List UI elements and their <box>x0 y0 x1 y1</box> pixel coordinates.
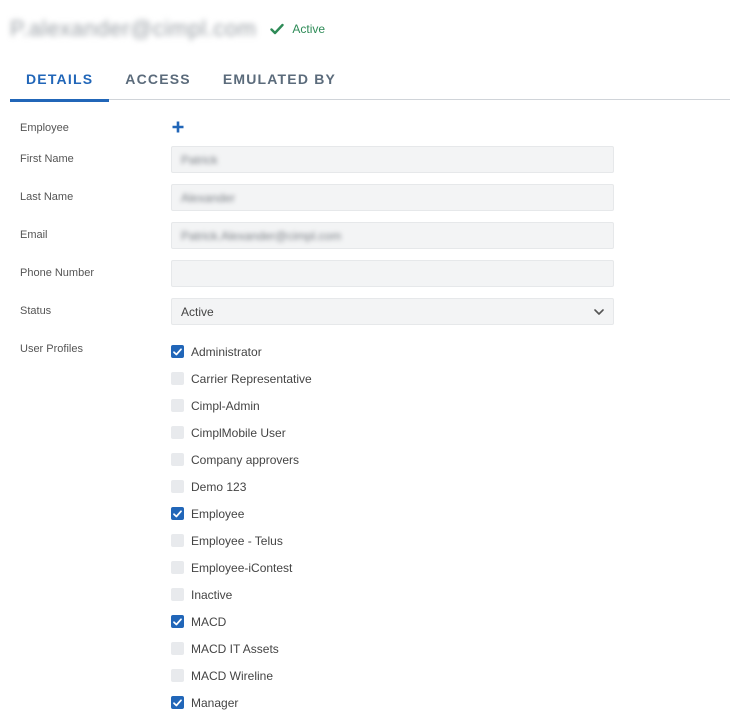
profile-checkbox[interactable] <box>171 372 184 385</box>
profile-item[interactable]: Administrator <box>171 338 312 365</box>
profile-item[interactable]: MACD Wireline <box>171 662 312 689</box>
first-name-label: First Name <box>20 153 74 165</box>
tab-bar: DETAILS ACCESS EMULATED BY <box>10 58 730 102</box>
phone-number-label: Phone Number <box>20 267 94 279</box>
profile-label: MACD <box>191 614 227 629</box>
profile-checkbox[interactable] <box>171 615 184 628</box>
checkbox-check-icon <box>173 509 182 517</box>
profile-item[interactable]: Carrier Representative <box>171 365 312 392</box>
last-name-field[interactable]: Alexander <box>171 184 614 211</box>
profile-label: Cimpl-Admin <box>191 398 260 413</box>
profile-checkbox[interactable] <box>171 399 184 412</box>
tab-access[interactable]: ACCESS <box>109 58 207 100</box>
profile-label: MACD Wireline <box>191 668 274 683</box>
checkbox-check-icon <box>173 347 182 355</box>
status-indicator: Active <box>270 22 325 36</box>
status-text: Active <box>292 22 326 36</box>
profile-checkbox[interactable] <box>171 426 184 439</box>
profile-checkbox[interactable] <box>171 561 184 574</box>
profile-label: CimplMobile User <box>191 425 286 440</box>
tab-emulated-by[interactable]: EMULATED BY <box>207 58 352 100</box>
profile-label: Carrier Representative <box>191 371 312 386</box>
email-value: Patrick.Alexander@cimpl.com <box>181 228 342 243</box>
user-profiles-list: Administrator Carrier Representative Cimpl… <box>171 338 312 712</box>
profile-label: Employee <box>191 506 245 521</box>
chevron-down-icon <box>594 308 604 315</box>
employee-label: Employee <box>20 122 69 134</box>
user-header: P.alexander@cimpl.com Active <box>10 14 325 44</box>
profile-checkbox[interactable] <box>171 642 184 655</box>
profile-item[interactable]: Demo 123 <box>171 473 312 500</box>
last-name-label: Last Name <box>20 191 74 203</box>
checkmark-icon <box>270 23 285 35</box>
profile-checkbox[interactable] <box>171 453 184 466</box>
profile-item[interactable]: Company approvers <box>171 446 312 473</box>
profile-label: Demo 123 <box>191 479 247 494</box>
status-label: Status <box>20 305 52 317</box>
email-field[interactable]: Patrick.Alexander@cimpl.com <box>171 222 614 249</box>
profile-label: Manager <box>191 695 239 710</box>
profile-checkbox[interactable] <box>171 696 184 709</box>
profile-item[interactable]: Employee - Telus <box>171 527 312 554</box>
profile-item[interactable]: Employee <box>171 500 312 527</box>
profile-checkbox[interactable] <box>171 669 184 682</box>
profile-item[interactable]: Inactive <box>171 581 312 608</box>
checkbox-check-icon <box>173 698 182 706</box>
profile-item[interactable]: Employee-iContest <box>171 554 312 581</box>
user-email-title: P.alexander@cimpl.com <box>10 16 257 41</box>
email-label: Email <box>20 229 48 241</box>
tab-details[interactable]: DETAILS <box>10 58 110 102</box>
profile-item[interactable]: MACD <box>171 608 312 635</box>
profile-label: Employee-iContest <box>191 560 293 575</box>
profile-item[interactable]: CimplMobile User <box>171 419 312 446</box>
plus-icon[interactable] <box>172 121 184 133</box>
profile-checkbox[interactable] <box>171 507 184 520</box>
user-profiles-label: User Profiles <box>20 343 83 355</box>
profile-item[interactable]: Cimpl-Admin <box>171 392 312 419</box>
first-name-value: Patrick <box>181 152 218 167</box>
profile-label: Inactive <box>191 587 233 602</box>
profile-checkbox[interactable] <box>171 534 184 547</box>
profile-checkbox[interactable] <box>171 345 184 358</box>
checkbox-check-icon <box>173 617 182 625</box>
profile-label: Administrator <box>191 344 262 359</box>
status-select[interactable]: Active <box>171 298 614 325</box>
profile-checkbox[interactable] <box>171 480 184 493</box>
profile-label: Company approvers <box>191 452 300 467</box>
profile-label: MACD IT Assets <box>191 641 279 656</box>
last-name-value: Alexander <box>181 190 236 205</box>
profile-item[interactable]: Manager <box>171 689 312 712</box>
first-name-field[interactable]: Patrick <box>171 146 614 173</box>
profile-checkbox[interactable] <box>171 588 184 601</box>
status-select-value: Active <box>181 304 214 319</box>
profile-label: Employee - Telus <box>191 533 283 548</box>
phone-number-field[interactable] <box>171 260 614 287</box>
profile-item[interactable]: MACD IT Assets <box>171 635 312 662</box>
